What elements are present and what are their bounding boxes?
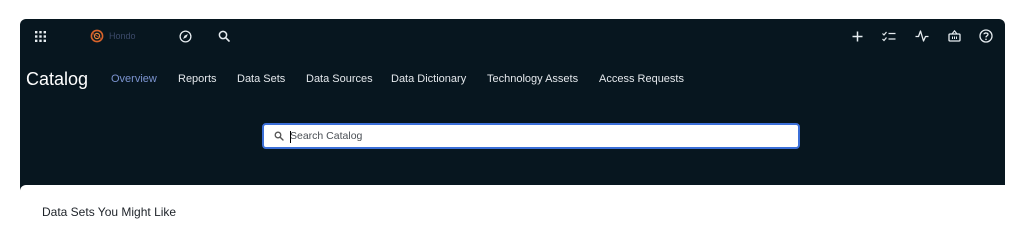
search-icon[interactable]	[217, 29, 231, 43]
section-title: Data Sets You Might Like	[42, 205, 177, 219]
compass-icon[interactable]	[178, 29, 192, 43]
brand-name: Hondo	[109, 31, 136, 41]
catalog-search-box[interactable]	[262, 123, 800, 149]
app-shell: Hondo Catalog Overview Reports Data Sets…	[20, 19, 1005, 228]
brand-logo[interactable]: Hondo	[90, 27, 136, 45]
checklist-icon[interactable]	[881, 29, 897, 43]
tab-access-requests[interactable]: Access Requests	[599, 72, 684, 86]
apps-grid-icon[interactable]	[34, 30, 46, 42]
tab-reports[interactable]: Reports	[178, 72, 217, 86]
help-icon[interactable]	[978, 28, 994, 44]
page-title: Catalog	[26, 69, 89, 89]
activity-icon[interactable]	[914, 29, 930, 43]
tab-overview[interactable]: Overview	[111, 72, 157, 86]
basket-icon[interactable]	[946, 29, 962, 43]
text-cursor	[290, 131, 291, 143]
plus-icon[interactable]	[850, 29, 864, 43]
top-bar: Hondo	[20, 19, 1005, 55]
logo-mark-icon	[90, 29, 104, 43]
tab-data-sets[interactable]: Data Sets	[237, 72, 285, 86]
tab-technology-assets[interactable]: Technology Assets	[487, 72, 578, 86]
catalog-search-input[interactable]	[290, 130, 770, 142]
content-panel: Data Sets You Might Like	[20, 185, 1005, 228]
tab-data-dictionary[interactable]: Data Dictionary	[391, 72, 466, 86]
search-icon	[274, 131, 284, 141]
tab-data-sources[interactable]: Data Sources	[306, 72, 373, 86]
